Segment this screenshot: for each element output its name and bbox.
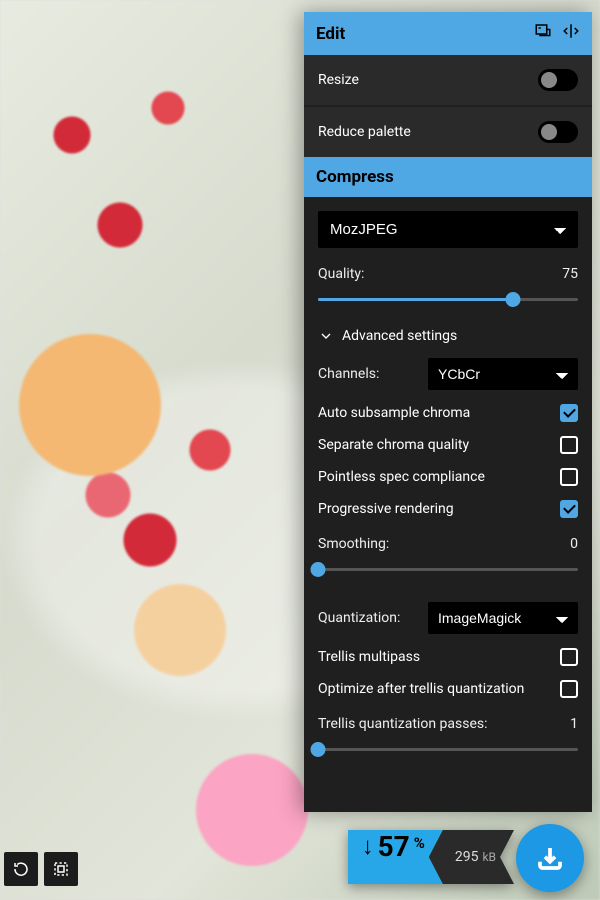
quantization-row: Quantization: ImageMagick bbox=[318, 602, 578, 634]
down-arrow-icon: ↓ bbox=[362, 832, 374, 861]
quantization-label: Quantization: bbox=[318, 610, 400, 626]
progressive-checkbox[interactable] bbox=[560, 500, 578, 518]
smoothing-label: Smoothing: bbox=[318, 536, 389, 552]
rotate-button[interactable] bbox=[4, 852, 38, 886]
quantization-select[interactable]: ImageMagick bbox=[428, 602, 578, 634]
channels-select[interactable]: YCbCr bbox=[428, 358, 578, 390]
separate-chroma-checkbox[interactable] bbox=[560, 436, 578, 454]
resize-row: Resize bbox=[304, 55, 592, 105]
progressive-label: Progressive rendering bbox=[318, 501, 454, 517]
trellis-passes-slider[interactable] bbox=[318, 740, 578, 760]
compress-body: MozJPEG Quality: 75 Advanced settings Ch… bbox=[304, 197, 592, 812]
trellis-passes-field: Trellis quantization passes: 1 bbox=[318, 716, 578, 760]
pointless-spec-label: Pointless spec compliance bbox=[318, 469, 485, 485]
optimize-after-trellis-row: Optimize after trellis quantization bbox=[318, 680, 578, 698]
edit-header: Edit bbox=[304, 12, 592, 55]
result-badge: ↓ 57 % 295 kB bbox=[348, 830, 514, 884]
separate-chroma-row: Separate chroma quality bbox=[318, 436, 578, 454]
auto-subsample-row: Auto subsample chroma bbox=[318, 404, 578, 422]
size-unit: kB bbox=[482, 850, 496, 864]
compare-icon[interactable] bbox=[562, 22, 580, 45]
percent-symbol: % bbox=[414, 834, 425, 852]
quality-field: Quality: 75 bbox=[318, 266, 578, 310]
download-icon bbox=[535, 843, 565, 873]
copy-settings-icon[interactable] bbox=[534, 22, 552, 45]
header-icons bbox=[534, 22, 580, 45]
channels-label: Channels: bbox=[318, 366, 379, 382]
reduce-palette-row: Reduce palette bbox=[304, 107, 592, 157]
resize-toggle[interactable] bbox=[538, 69, 578, 91]
smoothing-slider[interactable] bbox=[318, 560, 578, 580]
encoder-select[interactable]: MozJPEG bbox=[318, 211, 578, 248]
reduction-badge: ↓ 57 % bbox=[348, 830, 443, 884]
download-button[interactable] bbox=[516, 824, 584, 892]
trellis-passes-value: 1 bbox=[570, 716, 578, 732]
chevron-down-icon bbox=[318, 328, 334, 344]
progressive-row: Progressive rendering bbox=[318, 500, 578, 518]
settings-panel: Edit Resize Reduce palette Compress MozJ… bbox=[304, 12, 592, 812]
advanced-settings-toggle[interactable]: Advanced settings bbox=[318, 328, 578, 344]
trellis-multipass-row: Trellis multipass bbox=[318, 648, 578, 666]
pointless-spec-row: Pointless spec compliance bbox=[318, 468, 578, 486]
separate-chroma-label: Separate chroma quality bbox=[318, 437, 469, 453]
background-toggle-button[interactable] bbox=[44, 852, 78, 886]
auto-subsample-checkbox[interactable] bbox=[560, 404, 578, 422]
reduce-palette-toggle[interactable] bbox=[538, 121, 578, 143]
trellis-passes-label: Trellis quantization passes: bbox=[318, 716, 488, 732]
reduction-percent: 57 bbox=[378, 830, 410, 863]
quality-value: 75 bbox=[562, 266, 578, 282]
pointless-spec-checkbox[interactable] bbox=[560, 468, 578, 486]
compress-header: Compress bbox=[304, 157, 592, 197]
advanced-settings-label: Advanced settings bbox=[342, 328, 457, 344]
quality-slider[interactable] bbox=[318, 290, 578, 310]
size-value: 295 bbox=[455, 849, 479, 865]
size-badge: 295 kB bbox=[429, 830, 514, 884]
auto-subsample-label: Auto subsample chroma bbox=[318, 405, 470, 421]
optimize-after-trellis-label: Optimize after trellis quantization bbox=[318, 681, 524, 697]
quality-label: Quality: bbox=[318, 266, 364, 282]
smoothing-field: Smoothing: 0 bbox=[318, 536, 578, 580]
rotate-icon bbox=[12, 860, 30, 878]
resize-label: Resize bbox=[318, 72, 359, 88]
bottom-left-toolbar bbox=[4, 852, 78, 886]
optimize-after-trellis-checkbox[interactable] bbox=[560, 680, 578, 698]
trellis-multipass-label: Trellis multipass bbox=[318, 649, 420, 665]
edit-title: Edit bbox=[316, 24, 345, 44]
trellis-multipass-checkbox[interactable] bbox=[560, 648, 578, 666]
smoothing-value: 0 bbox=[570, 536, 578, 552]
reduce-palette-label: Reduce palette bbox=[318, 124, 411, 140]
background-icon bbox=[52, 860, 70, 878]
channels-row: Channels: YCbCr bbox=[318, 358, 578, 390]
